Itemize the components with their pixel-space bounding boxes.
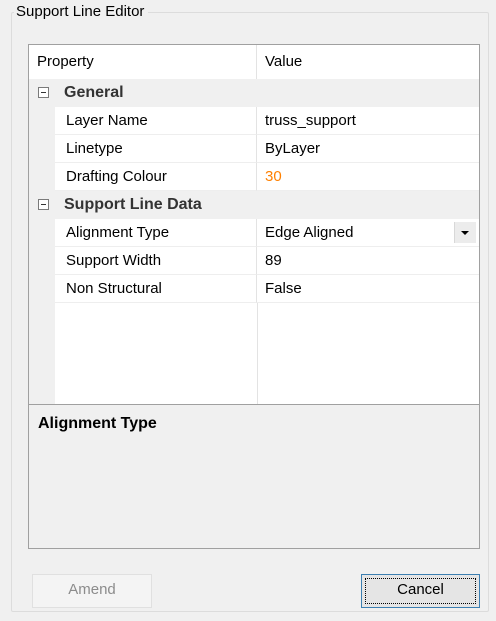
row-margin: [29, 275, 55, 303]
category-support-line-data[interactable]: Support Line Data: [29, 191, 479, 219]
property-grid[interactable]: Property Value General Layer Name truss_…: [28, 44, 480, 549]
property-value[interactable]: 89: [257, 247, 479, 275]
collapse-icon[interactable]: [38, 87, 49, 98]
category-label: Support Line Data: [64, 196, 202, 213]
property-column-header[interactable]: Property: [29, 45, 257, 79]
amend-button[interactable]: Amend: [32, 574, 152, 608]
category-label: General: [64, 84, 124, 101]
category-general[interactable]: General: [29, 79, 479, 107]
help-pane: Alignment Type: [29, 404, 479, 548]
cancel-button[interactable]: Cancel: [361, 574, 480, 608]
property-value[interactable]: False: [257, 275, 479, 303]
help-title: Alignment Type: [38, 415, 157, 432]
value-column-header[interactable]: Value: [257, 45, 479, 79]
property-row-linetype[interactable]: Linetype ByLayer: [29, 135, 479, 163]
property-name: Alignment Type: [55, 219, 257, 247]
dropdown-value: Edge Aligned: [265, 224, 354, 241]
row-margin: [29, 135, 55, 163]
property-value[interactable]: 30: [257, 163, 479, 191]
focus-rectangle: [365, 578, 476, 604]
property-row-alignment-type[interactable]: Alignment Type Edge Aligned: [29, 219, 479, 247]
column-divider: [257, 303, 258, 404]
property-name: Support Width: [55, 247, 257, 275]
row-margin: [29, 247, 55, 275]
grid-empty-margin: [29, 303, 55, 404]
property-value[interactable]: ByLayer: [257, 135, 479, 163]
property-row-support-width[interactable]: Support Width 89: [29, 247, 479, 275]
grid-header: Property Value: [29, 45, 479, 80]
property-value-dropdown[interactable]: Edge Aligned: [257, 219, 479, 247]
row-margin: [29, 219, 55, 247]
property-row-non-structural[interactable]: Non Structural False: [29, 275, 479, 303]
property-row-layer-name[interactable]: Layer Name truss_support: [29, 107, 479, 135]
property-name: Drafting Colour: [55, 163, 257, 191]
property-name: Non Structural: [55, 275, 257, 303]
property-row-drafting-colour[interactable]: Drafting Colour 30: [29, 163, 479, 191]
property-name: Layer Name: [55, 107, 257, 135]
row-margin: [29, 107, 55, 135]
grid-empty-area: [29, 303, 479, 404]
row-margin: [29, 163, 55, 191]
property-value[interactable]: truss_support: [257, 107, 479, 135]
collapse-icon[interactable]: [38, 199, 49, 210]
dropdown-arrow-icon[interactable]: [454, 222, 476, 243]
group-title: Support Line Editor: [14, 3, 149, 21]
property-name: Linetype: [55, 135, 257, 163]
